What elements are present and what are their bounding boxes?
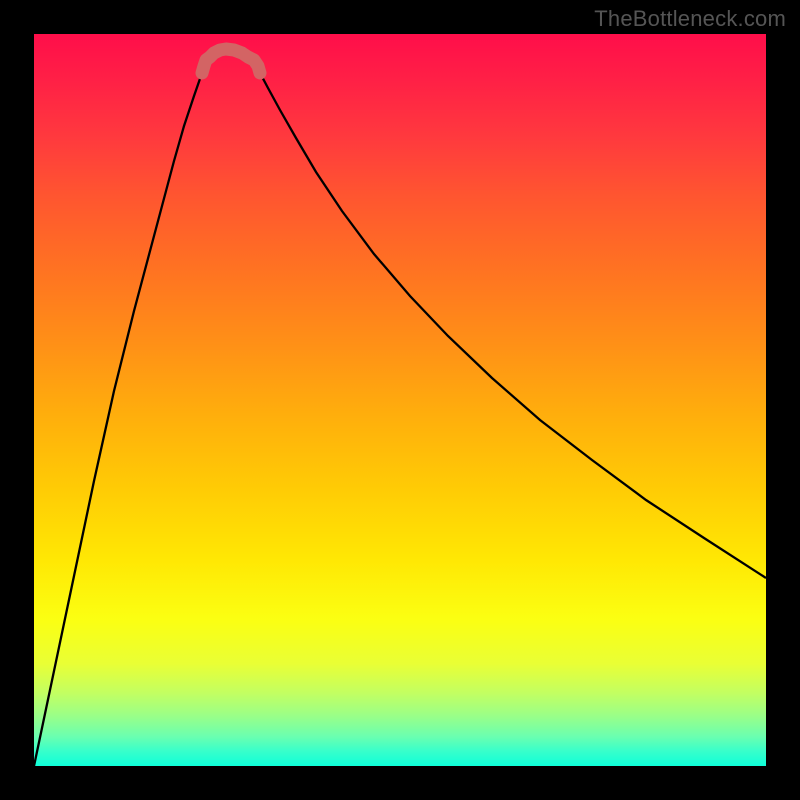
right-branch-curve: [240, 48, 766, 578]
chart-svg: [34, 34, 766, 766]
left-branch-curve: [34, 48, 222, 766]
plot-area: [34, 34, 766, 766]
watermark-text: TheBottleneck.com: [594, 6, 786, 32]
chart-container: TheBottleneck.com: [0, 0, 800, 800]
valley-floor-curve: [202, 49, 260, 73]
